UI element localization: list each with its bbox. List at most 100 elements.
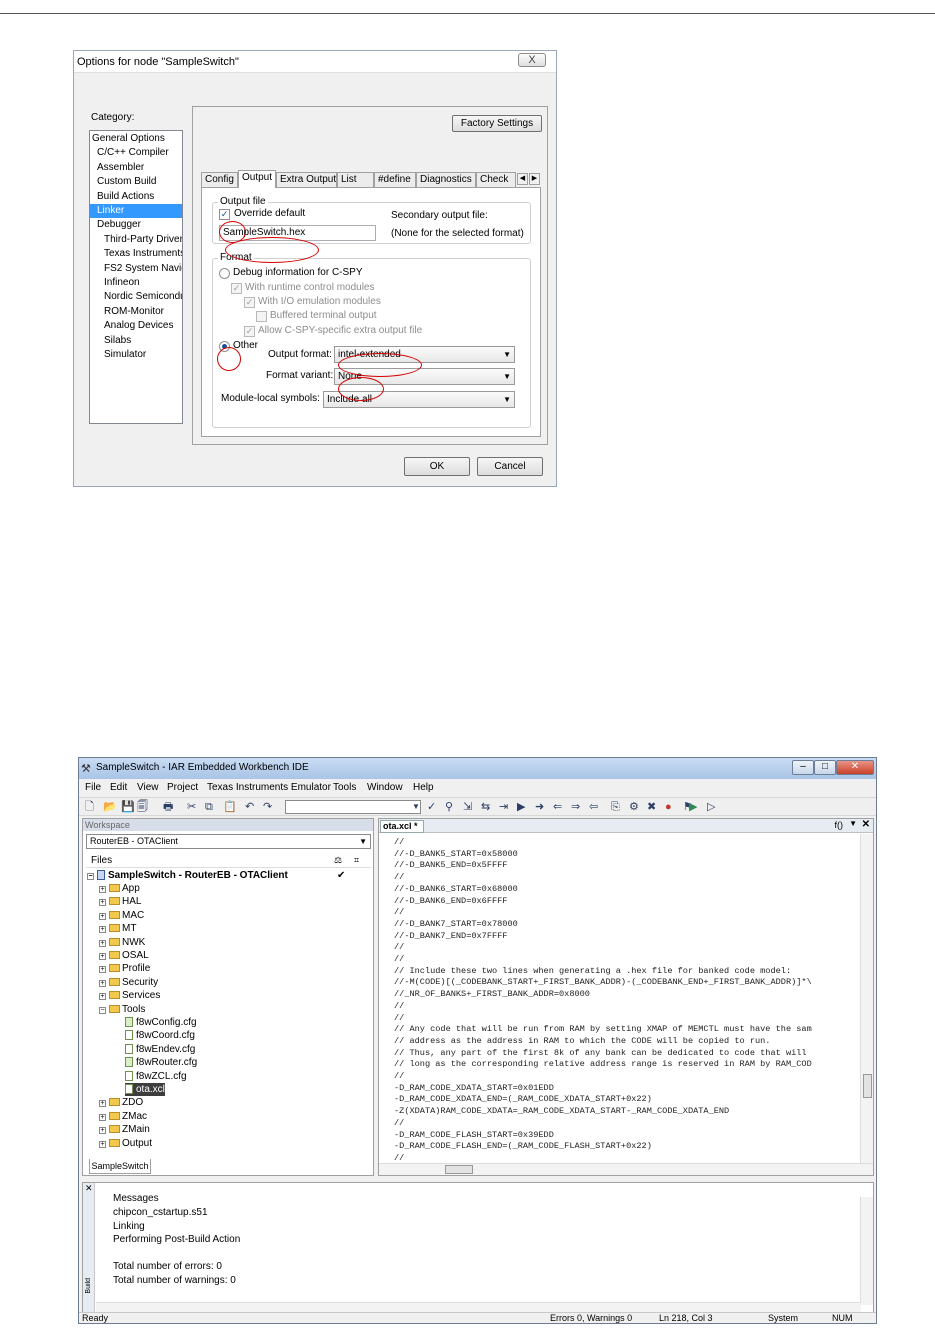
collapse-icon[interactable]: − (99, 1006, 106, 1014)
category-item[interactable]: Silabs (90, 334, 182, 348)
tree-file[interactable]: ota.xcl (125, 1083, 165, 1096)
tree-folder[interactable]: + OSAL (99, 949, 149, 962)
override-default-checkbox[interactable]: ✓ (219, 209, 230, 220)
tree-folder[interactable]: + Services (99, 989, 160, 1002)
cancel-button[interactable]: Cancel (477, 457, 543, 476)
menu-file[interactable]: File (85, 782, 101, 793)
navigate-back-icon[interactable]: ⇦ (589, 800, 598, 814)
debug-icon[interactable]: ▶ (689, 800, 697, 814)
workspace-config-select[interactable]: RouterEB - OTAClient ▼ (86, 834, 371, 849)
chevron-down-icon[interactable]: ▼ (849, 819, 857, 828)
scroll-thumb[interactable] (445, 1165, 473, 1174)
category-item[interactable]: Third-Party Driver (90, 233, 182, 247)
factory-settings-button[interactable]: Factory Settings (452, 115, 542, 132)
tree-folder[interactable]: + ZMain (99, 1123, 150, 1136)
check-mark-icon[interactable]: ✓ (427, 800, 436, 814)
tree-folder[interactable]: + ZDO (99, 1096, 143, 1109)
find-next-icon[interactable]: ⇲ (463, 800, 472, 814)
expand-icon[interactable]: + (99, 899, 106, 907)
category-item[interactable]: Infineon (90, 276, 182, 290)
tab-diagnostics[interactable]: Diagnostics (416, 172, 476, 187)
expand-icon[interactable]: + (99, 886, 106, 893)
expand-icon[interactable]: + (99, 1100, 106, 1108)
menu-project[interactable]: Project (167, 782, 198, 793)
tab-extra-output[interactable]: Extra Output (276, 172, 337, 187)
tree-file[interactable]: f8wCoord.cfg (125, 1029, 195, 1042)
expand-icon[interactable]: + (99, 1127, 106, 1135)
save-all-icon[interactable]: 🗐 (137, 800, 148, 814)
menu-edit[interactable]: Edit (110, 782, 127, 793)
category-item[interactable]: Texas Instruments (90, 247, 182, 261)
copy-icon[interactable]: ⧉ (205, 800, 213, 814)
paste-icon[interactable]: 📋 (223, 800, 237, 814)
tree-file[interactable]: f8wConfig.cfg (125, 1016, 197, 1029)
make-icon[interactable]: ⚙ (629, 800, 639, 814)
close-button[interactable]: ✕ (836, 760, 874, 775)
minimize-button[interactable]: – (792, 760, 814, 775)
debug-info-radio[interactable] (219, 268, 230, 279)
category-item[interactable]: C/C++ Compiler (90, 146, 182, 160)
editor-tab[interactable]: ota.xcl * (380, 820, 424, 833)
tree-folder[interactable]: + NWK (99, 936, 145, 949)
category-item[interactable]: Linker (90, 204, 182, 218)
expand-icon[interactable]: + (99, 966, 106, 974)
expand-icon[interactable]: + (99, 912, 106, 920)
chevron-down-icon[interactable]: ▼ (412, 800, 420, 814)
expand-icon[interactable]: + (99, 953, 106, 960)
category-item[interactable]: Nordic Semiconduc (90, 290, 182, 304)
dialog-close-button[interactable]: X (518, 53, 546, 67)
redo-icon[interactable]: ↷ (263, 800, 272, 814)
goto-icon[interactable]: ⇥ (499, 800, 508, 814)
tab-check[interactable]: Check (476, 172, 516, 187)
category-item[interactable]: General Options (90, 132, 182, 146)
tab-config[interactable]: Config (201, 172, 238, 187)
tree-file[interactable]: f8wEndev.cfg (125, 1043, 195, 1056)
expand-icon[interactable]: + (99, 1113, 106, 1121)
open-icon[interactable]: 📂 (103, 800, 117, 814)
ok-button[interactable]: OK (404, 457, 470, 476)
stop-build-icon[interactable]: ✖ (647, 800, 656, 814)
collapse-icon[interactable]: − (87, 873, 94, 880)
compile-icon[interactable]: ⎘ (611, 800, 620, 814)
function-navigator[interactable]: f() (835, 820, 844, 830)
tree-folder[interactable]: + HAL (99, 895, 141, 908)
expand-icon[interactable]: + (99, 993, 106, 1001)
close-icon[interactable]: ✕ (85, 1183, 93, 1194)
close-icon[interactable]: ✕ (862, 819, 870, 830)
scroll-thumb[interactable] (863, 1074, 872, 1098)
find-icon[interactable]: ⚲ (445, 800, 453, 814)
messages-vertical-scrollbar[interactable] (860, 1197, 873, 1305)
tree-folder[interactable]: + MT (99, 922, 136, 935)
category-item[interactable]: Analog Devices (90, 319, 182, 333)
project-root[interactable]: − SampleSwitch - RouterEB - OTAClient ✔ (87, 869, 345, 882)
tab-scroll-left-icon[interactable]: ◀ (517, 173, 528, 185)
tree-folder[interactable]: + Output (99, 1137, 219, 1150)
find-combo[interactable] (285, 800, 421, 814)
bookmark-icon[interactable]: ▶ (517, 800, 525, 814)
menu-tools[interactable]: Tools (333, 782, 356, 793)
tab-list[interactable]: List (337, 172, 374, 187)
save-icon[interactable]: 💾 (121, 800, 135, 814)
replace-icon[interactable]: ⇆ (481, 800, 490, 814)
category-item[interactable]: Simulator (90, 348, 182, 362)
workspace-tab[interactable]: SampleSwitch (89, 1159, 151, 1174)
next-bookmark-icon[interactable]: ➜ (535, 800, 544, 814)
status-column-icon[interactable]: ⌗ (354, 853, 359, 868)
category-item[interactable]: ROM-Monitor (90, 305, 182, 319)
tree-folder[interactable]: + Profile (99, 962, 150, 975)
tab-define[interactable]: #define (374, 172, 416, 187)
category-item[interactable]: Custom Build (90, 175, 182, 189)
editor-horizontal-scrollbar[interactable] (379, 1163, 873, 1175)
navigate-forward-icon[interactable]: ⇒ (571, 800, 580, 814)
editor-vertical-scrollbar[interactable] (860, 834, 873, 1164)
tree-folder[interactable]: + MAC (99, 909, 144, 922)
menu-ti-emulator[interactable]: Texas Instruments Emulator (207, 782, 331, 793)
new-file-icon[interactable]: 🗋 (85, 800, 94, 814)
tree-folder[interactable]: + ZMac (99, 1110, 147, 1123)
debug-without-download-icon[interactable]: ▷ (707, 800, 715, 814)
menu-view[interactable]: View (137, 782, 159, 793)
print-icon[interactable]: 🖶 (163, 800, 173, 814)
expand-icon[interactable]: + (99, 926, 106, 934)
tree-file[interactable]: f8wZCL.cfg (125, 1070, 187, 1083)
menu-window[interactable]: Window (367, 782, 403, 793)
